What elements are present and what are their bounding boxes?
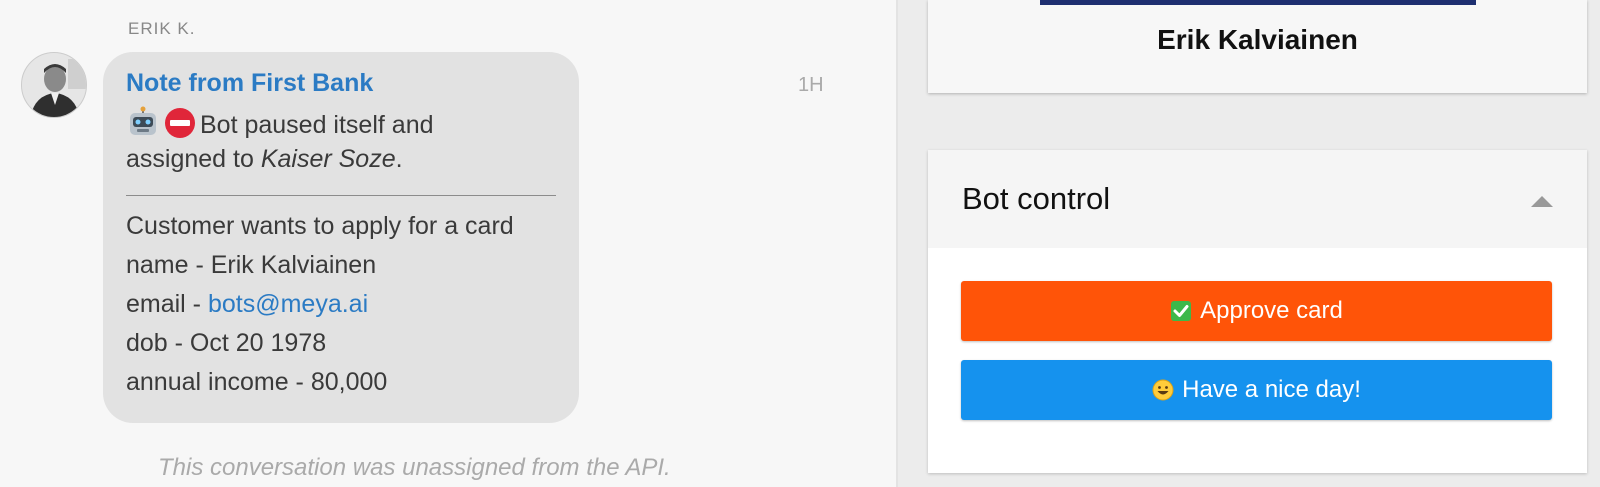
note-title: Note from First Bank [126, 69, 374, 97]
assigned-suffix: . [395, 145, 403, 173]
avatar-photo [22, 53, 86, 117]
email-label: email - [126, 290, 208, 318]
details-intro: Customer wants to apply for a card [126, 212, 514, 240]
smiley-icon [1152, 379, 1174, 401]
check-mark-icon [1171, 301, 1192, 321]
no-entry-icon [165, 108, 195, 138]
details-email: email - bots@meya.ai [126, 290, 368, 319]
chat-pane: ERIK K. Note from First Bank Bot paused … [0, 0, 896, 487]
profile-image [1040, 0, 1476, 5]
details-dob: dob - Oct 20 1978 [126, 329, 327, 357]
assigned-label: assigned to [126, 145, 261, 173]
sender-name: ERIK K. [128, 19, 196, 38]
message-divider [126, 195, 556, 196]
message-bubble: Note from First Bank Bot paused itself a… [103, 52, 579, 423]
approve-card-label: Approve card [1200, 297, 1343, 324]
bot-control-title: Bot control [962, 181, 1111, 216]
bot-control-header[interactable]: Bot control [928, 150, 1587, 248]
details-name: name - Erik Kalviainen [126, 251, 377, 279]
status-text: Bot paused itself and [200, 111, 434, 139]
approve-card-button[interactable]: Approve card [961, 281, 1552, 341]
assigned-line: assigned to Kaiser Soze. [126, 145, 403, 174]
nice-day-button[interactable]: Have a nice day! [961, 360, 1552, 420]
robot-icon [130, 106, 156, 135]
details-income: annual income - 80,000 [126, 368, 388, 396]
assignee-name: Kaiser Soze [260, 145, 396, 173]
profile-name: Erik Kalviainen [1157, 24, 1358, 55]
system-message: This conversation was unassigned from th… [158, 454, 671, 481]
status-line: Bot paused itself and [126, 106, 434, 140]
avatar[interactable] [21, 52, 87, 118]
nice-day-label: Have a nice day! [1182, 376, 1361, 403]
message-timestamp: 1H [798, 74, 824, 96]
profile-card: Erik Kalviainen [928, 0, 1587, 93]
bot-control-card: Bot control Approve card Have a nice day… [928, 150, 1587, 473]
email-link[interactable]: bots@meya.ai [208, 290, 368, 318]
collapse-arrow-icon[interactable] [1531, 196, 1553, 207]
